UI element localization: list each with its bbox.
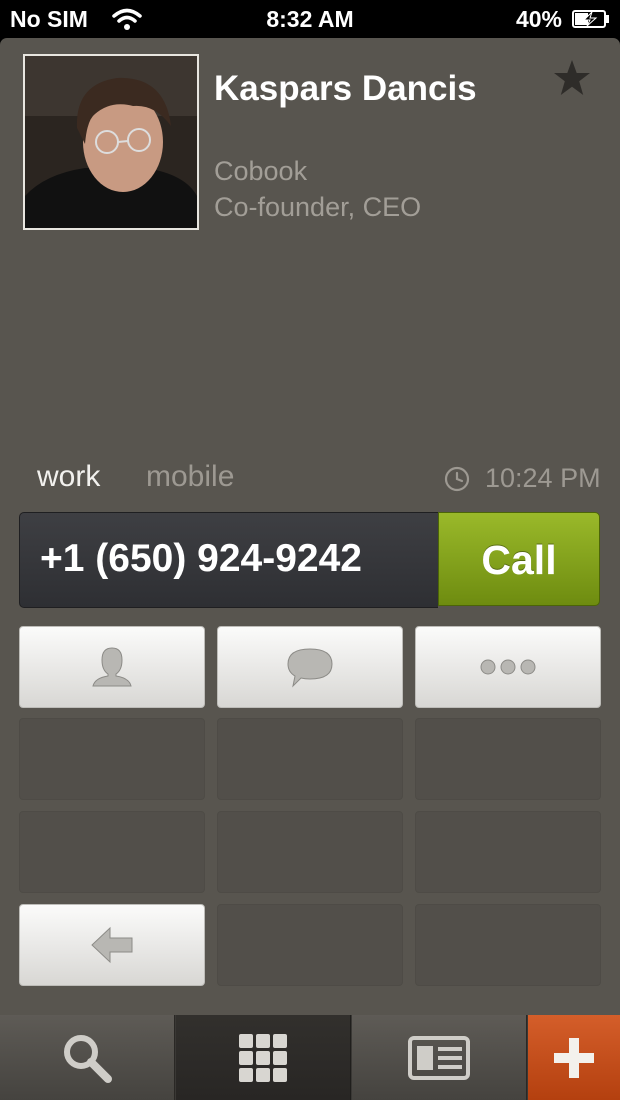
message-button[interactable] [217, 626, 403, 708]
empty-slot [19, 811, 205, 893]
empty-slot [415, 811, 601, 893]
battery-charging-icon [572, 10, 609, 28]
contact-company: Cobook [214, 156, 308, 186]
plus-icon [554, 1037, 594, 1078]
status-bar: No SIM 8:32 AM 40% [0, 0, 620, 38]
phone-number: +1 (650) 924-9242 [40, 537, 362, 580]
person-icon [92, 647, 132, 687]
view-contact-button[interactable] [19, 626, 205, 708]
empty-slot [217, 718, 403, 800]
tab-keypad[interactable] [176, 1015, 351, 1100]
battery-percent: 40% [515, 6, 562, 32]
empty-slot [217, 811, 403, 893]
empty-slot [415, 904, 601, 986]
more-dots-icon [480, 659, 536, 675]
empty-slot [415, 718, 601, 800]
back-button[interactable] [19, 904, 205, 986]
more-options-button[interactable] [415, 626, 601, 708]
clock-icon [444, 466, 470, 492]
last-call-time: 10:24 PM [485, 463, 601, 493]
call-button[interactable]: Call [438, 512, 600, 606]
contact-job-title: Co-founder, CEO [214, 192, 422, 222]
contact-detail-view: Kaspars Dancis Cobook Co-founder, CEO wo… [0, 38, 620, 1015]
tab-search[interactable] [0, 1015, 175, 1100]
speech-bubble-icon [287, 648, 333, 688]
avatar[interactable] [23, 54, 199, 230]
contact-card-icon [408, 1035, 470, 1080]
tab-mobile[interactable]: mobile [146, 460, 234, 494]
empty-slot [217, 904, 403, 986]
back-arrow-icon [91, 926, 133, 964]
contact-name: Kaspars Dancis [214, 69, 477, 108]
tab-contacts[interactable] [352, 1015, 527, 1100]
phone-number-field[interactable]: +1 (650) 924-9242 [19, 512, 438, 608]
empty-slot [19, 718, 205, 800]
tab-add[interactable] [528, 1015, 620, 1100]
star-icon[interactable] [552, 58, 592, 98]
tab-bar [0, 1015, 620, 1100]
keypad-grid-icon [239, 1033, 287, 1082]
tab-work[interactable]: work [37, 460, 100, 494]
search-icon [64, 1034, 112, 1083]
avatar-photo [25, 56, 197, 228]
phone-label-tabs: work mobile 10:24 PM [0, 460, 620, 500]
